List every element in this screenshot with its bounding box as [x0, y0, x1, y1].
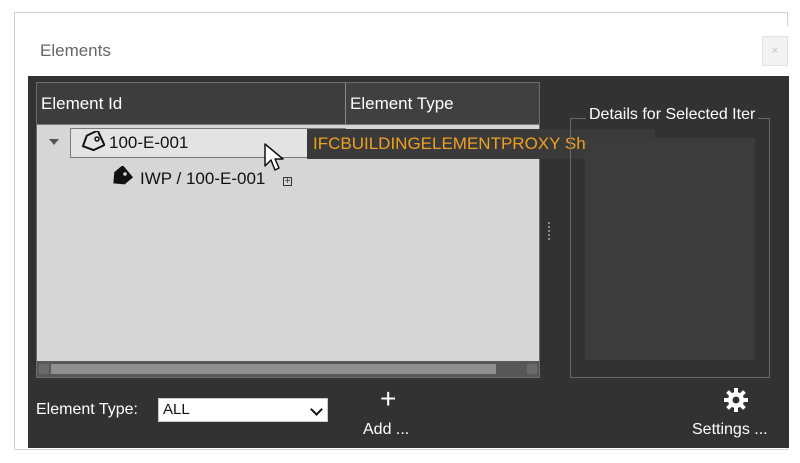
element-tree[interactable]: Element Id Element Type 100-E-001 IWP / … — [36, 82, 540, 378]
scroll-left-button[interactable] — [39, 364, 49, 374]
element-type-label: Element Type: — [36, 401, 138, 418]
settings-button[interactable]: Settings ... — [692, 421, 768, 439]
tree-child-item-label[interactable]: IWP / 100-E-001 — [140, 169, 265, 189]
dialog-title: Elements — [40, 41, 111, 60]
expand-plus-icon[interactable]: + — [283, 177, 292, 187]
column-header-element-id[interactable]: Element Id — [37, 83, 346, 125]
column-header-element-type[interactable]: Element Type — [346, 83, 539, 125]
dialog-titlebar: Elements × — [28, 26, 789, 76]
details-legend: Details for Selected Iter — [586, 106, 759, 124]
element-type-select[interactable]: ALL — [158, 398, 328, 422]
tree-item-label[interactable]: 100-E-001 — [109, 133, 188, 153]
mouse-pointer-icon — [264, 143, 284, 171]
add-button[interactable]: Add ... — [363, 421, 409, 439]
panel-splitter[interactable] — [548, 222, 552, 240]
chevron-down-icon — [310, 403, 323, 416]
add-plus-icon[interactable]: + — [380, 385, 396, 413]
details-content — [585, 138, 755, 360]
gear-icon[interactable] — [723, 387, 749, 413]
expand-arrow-icon[interactable] — [49, 139, 59, 145]
tag-filled-icon — [113, 166, 133, 185]
horizontal-scrollbar[interactable] — [37, 361, 539, 377]
scrollbar-thumb[interactable] — [51, 364, 496, 374]
close-button[interactable]: × — [762, 36, 788, 66]
scroll-right-button[interactable] — [527, 364, 537, 374]
element-type-select-value: ALL — [163, 401, 190, 418]
tag-outline-icon — [81, 131, 105, 152]
